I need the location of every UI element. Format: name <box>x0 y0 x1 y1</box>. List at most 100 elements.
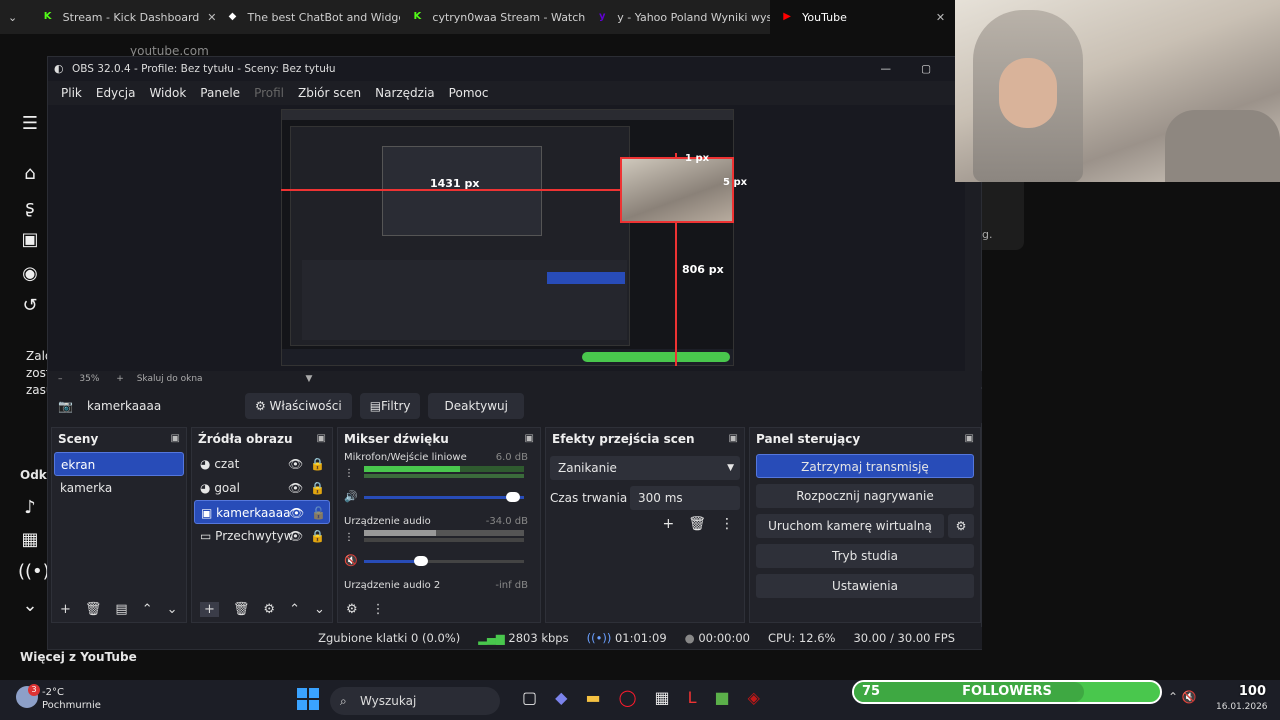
browser-tab[interactable]: Kcytryn0waa Stream - Watch Live✕ <box>400 0 586 34</box>
scale-dropdown-icon[interactable]: ▼ <box>305 374 312 384</box>
menu-panele[interactable]: Panele <box>193 81 247 105</box>
trash-icon[interactable]: 🗑 <box>85 602 102 617</box>
settings-button[interactable]: Ustawienia <box>756 574 974 598</box>
eye-icon[interactable]: 👁 <box>288 476 303 500</box>
lock-icon[interactable]: 🔒 <box>310 452 325 476</box>
volume-slider-handle[interactable] <box>506 492 520 502</box>
gear-icon[interactable]: ⚙ <box>263 602 275 617</box>
scene-item[interactable]: ekran <box>54 452 184 476</box>
filter-icon[interactable]: ▤ <box>115 602 127 617</box>
history-icon[interactable]: ↺ <box>18 294 42 318</box>
store-icon[interactable]: ▦ <box>654 688 669 707</box>
volume-slider-handle[interactable] <box>414 556 428 566</box>
minecraft-icon[interactable]: ■ <box>715 688 730 707</box>
opera-icon[interactable]: ◯ <box>619 688 637 707</box>
zoom-out-icon[interactable]: – <box>58 374 63 384</box>
stop-streaming-button[interactable]: Zatrzymaj transmisję <box>756 454 974 478</box>
add-icon[interactable]: + <box>60 602 71 617</box>
move-down-icon[interactable]: ⌄ <box>314 602 325 617</box>
channel-menu-icon[interactable]: ⋮ <box>344 532 354 543</box>
speaker-muted-icon[interactable]: 🔇 <box>344 554 358 567</box>
teams-icon[interactable]: ◆ <box>555 688 567 707</box>
menu-zbior-scen[interactable]: Zbiór scen <box>291 81 368 105</box>
channel-menu-icon[interactable]: ⋮ <box>344 468 354 479</box>
source-item[interactable]: ◕ goal 👁 🔒 <box>194 476 330 500</box>
channel-db: -inf dB <box>495 580 528 591</box>
scenes-header: Sceny ▣ <box>52 428 186 450</box>
undock-icon[interactable]: ▣ <box>317 428 326 450</box>
properties-button[interactable]: ⚙ Właściwości <box>244 393 352 419</box>
transition-select[interactable]: Zanikanie ▼ <box>550 456 740 480</box>
deactivate-button[interactable]: Deaktywuj <box>428 393 524 419</box>
minimize-icon[interactable]: — <box>881 57 892 81</box>
transition-menu-icon[interactable]: ⋮ <box>720 516 734 532</box>
obs-preview[interactable]: 1431 px 1 px 5 px 806 px <box>48 105 965 371</box>
move-up-icon[interactable]: ⌃ <box>142 602 153 617</box>
menu-widok[interactable]: Widok <box>142 81 193 105</box>
add-icon[interactable]: + <box>662 516 674 532</box>
mixer-title: Mikser dźwięku <box>344 432 449 446</box>
task-view-icon[interactable]: ▢ <box>522 688 537 707</box>
windows-start-icon[interactable] <box>297 688 319 710</box>
films-icon[interactable]: ▦ <box>18 528 42 552</box>
zoom-in-icon[interactable]: + <box>116 374 124 384</box>
mixer-menu-icon[interactable]: ⋮ <box>372 602 385 617</box>
browser-tab[interactable]: ▶ YouTube ✕ <box>770 0 956 34</box>
trash-icon[interactable]: 🗑 <box>688 516 706 532</box>
tab-list-chevron-icon[interactable]: ⌄ <box>0 0 31 34</box>
menu-edycja[interactable]: Edycja <box>89 81 143 105</box>
speaker-icon[interactable]: 🔊 <box>344 490 358 503</box>
move-down-icon[interactable]: ⌄ <box>167 602 178 617</box>
undock-icon[interactable]: ▣ <box>729 428 738 450</box>
you-icon[interactable]: ◉ <box>18 262 42 286</box>
add-icon[interactable]: + <box>200 601 219 617</box>
eye-icon[interactable]: 👁 <box>288 524 303 548</box>
browser-tab[interactable]: yy - Yahoo Poland Wyniki wyszuk✕ <box>585 0 770 34</box>
app-l-icon[interactable]: L <box>688 688 697 707</box>
browser-tab[interactable]: ◆The best ChatBot and Widgets✕ <box>216 0 401 34</box>
menu-profil[interactable]: Profil <box>247 81 291 105</box>
close-icon[interactable]: ✕ <box>207 11 215 24</box>
subscriptions-icon[interactable]: ▣ <box>18 228 42 252</box>
menu-plik[interactable]: Plik <box>54 81 89 105</box>
menu-narzedzia[interactable]: Narzędzia <box>368 81 442 105</box>
lock-icon[interactable]: 🔓 <box>311 501 326 525</box>
tray-icons[interactable]: ⌃ 🔇 <box>1168 690 1197 704</box>
camera-source-selection[interactable] <box>620 157 734 223</box>
lock-icon[interactable]: 🔒 <box>310 524 325 548</box>
virtual-camera-settings-icon[interactable]: ⚙ <box>948 514 974 538</box>
eye-icon[interactable]: 👁 <box>288 452 303 476</box>
source-item[interactable]: ◕ czat 👁 🔒 <box>194 452 330 476</box>
undock-icon[interactable]: ▣ <box>525 428 534 450</box>
menu-icon[interactable]: ☰ <box>18 112 42 136</box>
scene-item[interactable]: kamerka <box>54 476 184 500</box>
close-icon[interactable]: ✕ <box>936 11 945 24</box>
live-icon[interactable]: ((•)) <box>18 560 57 584</box>
mcafee-icon[interactable]: ◈ <box>748 688 760 707</box>
studio-mode-button[interactable]: Tryb studia <box>756 544 974 568</box>
music-icon[interactable]: ♪ <box>18 496 42 520</box>
lock-icon[interactable]: 🔒 <box>310 476 325 500</box>
scale-to-window[interactable]: Skaluj do okna <box>137 374 203 384</box>
start-virtual-camera-button[interactable]: Uruchom kamerę wirtualną <box>756 514 944 538</box>
taskbar-search[interactable]: ⌕ Wyszukaj <box>330 687 500 715</box>
start-recording-button[interactable]: Rozpocznij nagrywanie <box>756 484 974 508</box>
advanced-audio-icon[interactable]: ⚙ <box>346 602 358 617</box>
file-explorer-icon[interactable]: ▬ <box>585 688 600 707</box>
eye-icon[interactable]: 👁 <box>289 501 304 525</box>
undock-icon[interactable]: ▣ <box>965 428 974 450</box>
menu-pomoc[interactable]: Pomoc <box>442 81 496 105</box>
undock-icon[interactable]: ▣ <box>171 428 180 450</box>
maximize-icon[interactable]: ▢ <box>921 57 931 81</box>
filters-button[interactable]: ▤Filtry <box>359 393 421 419</box>
move-up-icon[interactable]: ⌃ <box>289 602 300 617</box>
source-item[interactable]: ▭ Przechwytyw 👁 🔒 <box>194 524 330 548</box>
expand-icon[interactable]: ⌄ <box>18 594 42 618</box>
browser-tab[interactable]: K Stream - Kick Dashboard ✕ <box>31 0 216 34</box>
shorts-icon[interactable]: ʂ <box>18 196 42 220</box>
duration-input[interactable]: 300 ms <box>630 486 740 510</box>
home-icon[interactable]: ⌂ <box>18 162 42 186</box>
channel-db: -34.0 dB <box>485 516 528 527</box>
trash-icon[interactable]: 🗑 <box>233 602 250 617</box>
source-item[interactable]: ▣ kamerkaaaa 👁 🔓 <box>194 500 330 524</box>
